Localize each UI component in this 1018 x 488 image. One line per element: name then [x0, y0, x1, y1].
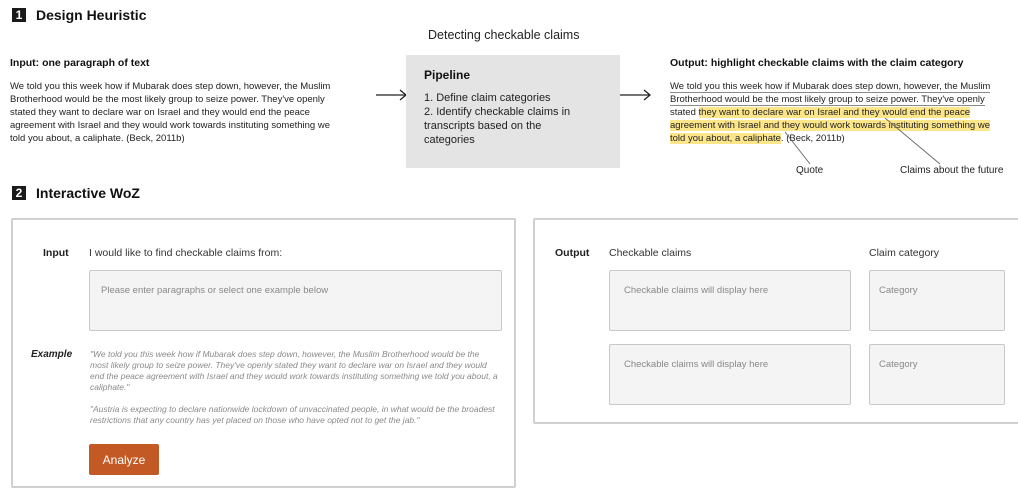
pipeline-step: 1. Define claim categories — [424, 92, 551, 104]
category-output-box: Category — [869, 270, 1005, 331]
pipeline-step: 2. Identify checkable claims in — [424, 106, 571, 118]
example-item[interactable]: "Austria is expecting to declare nationw… — [90, 404, 498, 426]
input-prompt: I would like to find checkable claims fr… — [89, 247, 283, 259]
underlined-text: Brotherhood would be the most likely gro… — [670, 94, 985, 106]
arrow-right-icon — [376, 89, 408, 101]
input-line: stated they want to declare war on Israe… — [10, 107, 310, 118]
claim-output-box: Checkable claims will display here — [609, 344, 851, 405]
pipeline-step: categories — [424, 134, 475, 146]
input-line: told you about, a caliphate. (Beck, 2011… — [10, 133, 185, 144]
section-number: 2 — [12, 186, 26, 200]
example-item[interactable]: "We told you this week how if Mubarak do… — [90, 349, 498, 393]
pipeline-steps: 1. Define claim categories 2. Identify c… — [424, 91, 570, 147]
section-title: Design Heuristic — [36, 7, 147, 23]
input-paragraph: We told you this week how if Mubarak doe… — [10, 80, 370, 145]
input-heading: Input: one paragraph of text — [10, 57, 150, 69]
future-claims-label: Claims about the future — [900, 165, 1004, 176]
output-panel: Output Checkable claims Claim category C… — [533, 218, 1018, 424]
checkable-claims-header: Checkable claims — [609, 247, 692, 259]
diagram-title: Detecting checkable claims — [428, 28, 580, 42]
paragraph-input[interactable]: Please enter paragraphs or select one ex… — [89, 270, 502, 331]
input-line: We told you this week how if Mubarak doe… — [10, 81, 331, 92]
output-label: Output — [555, 247, 590, 259]
input-panel: Input I would like to find checkable cla… — [11, 218, 516, 488]
highlighted-claim: they want to declare war on Israel and t… — [698, 107, 970, 118]
input-placeholder: Please enter paragraphs or select one ex… — [101, 285, 329, 296]
claim-output-box: Checkable claims will display here — [609, 270, 851, 331]
example-label: Example — [31, 349, 73, 360]
arrow-right-icon — [620, 89, 652, 101]
quote-label: Quote — [796, 165, 824, 176]
highlighted-claim: told you about, a caliphate — [670, 133, 781, 144]
section-title: Interactive WoZ — [36, 185, 140, 201]
input-label: Input — [43, 247, 69, 259]
section-number: 1 — [12, 8, 26, 22]
analyze-button[interactable]: Analyze — [89, 444, 159, 475]
pipeline-title: Pipeline — [424, 68, 471, 82]
input-line: Brotherhood would be the most likely gro… — [10, 94, 325, 105]
category-output-box: Category — [869, 344, 1005, 405]
pipeline-box: Pipeline 1. Define claim categories 2. I… — [406, 55, 620, 168]
claim-category-header: Claim category — [869, 247, 940, 259]
output-heading: Output: highlight checkable claims with … — [670, 57, 964, 69]
input-line: agreement with Israel and they would wor… — [10, 120, 330, 131]
underlined-text: We told you this week how if Mubarak doe… — [670, 81, 991, 93]
pipeline-step: transcripts based on the — [424, 120, 542, 132]
